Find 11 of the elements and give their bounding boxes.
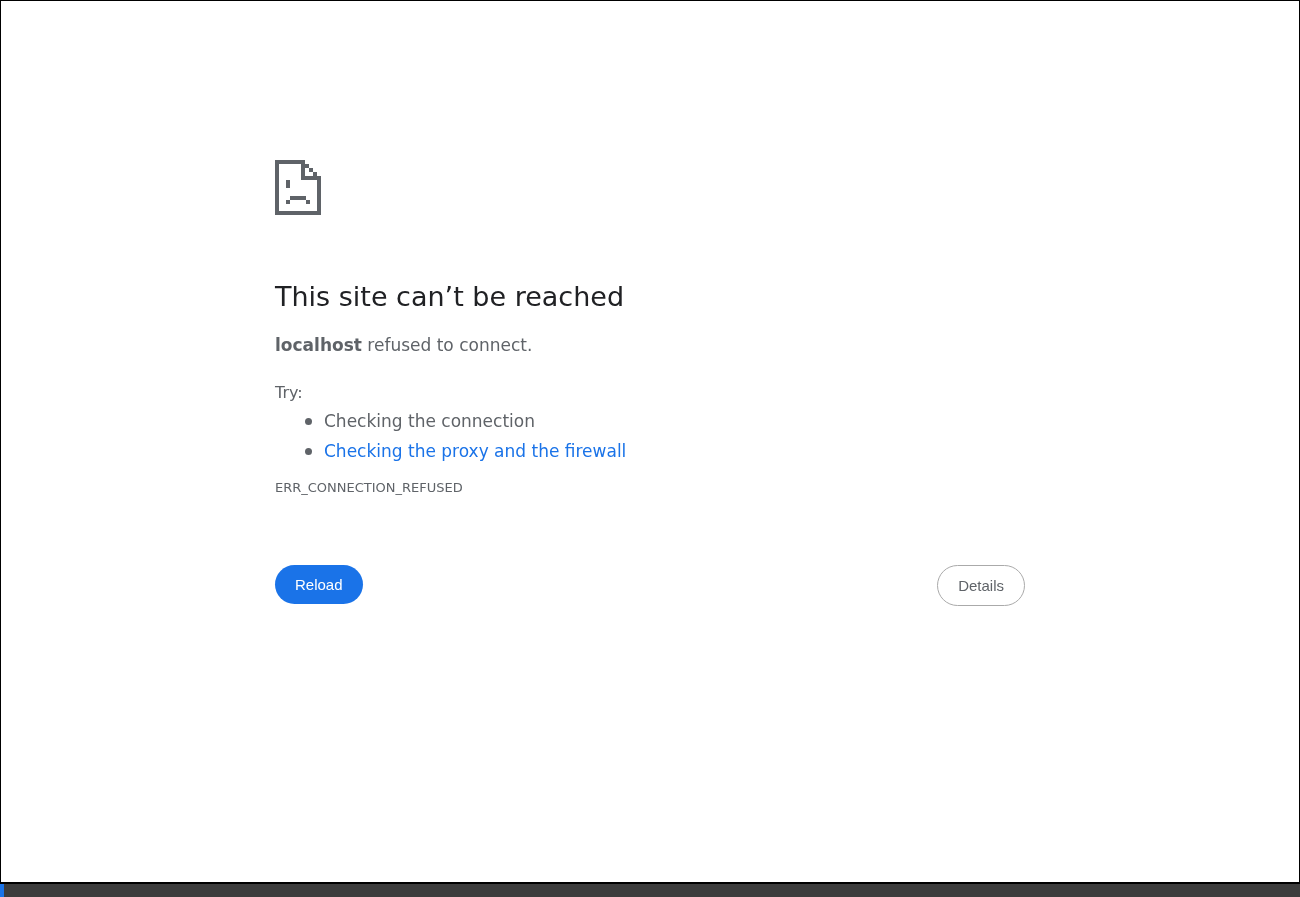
reload-button[interactable]: Reload	[275, 565, 363, 604]
try-label: Try:	[275, 382, 303, 404]
error-heading: This site can’t be reached	[275, 280, 625, 314]
error-code: ERR_CONNECTION_REFUSED	[275, 480, 463, 495]
suggestion-link[interactable]: Checking the proxy and the firewall	[324, 440, 627, 462]
bullet-icon	[305, 447, 312, 455]
details-button[interactable]: Details	[937, 565, 1025, 606]
sad-page-icon	[275, 160, 321, 215]
error-message: localhost refused to connect.	[275, 334, 533, 356]
suggestion-text: Checking the connection	[324, 410, 535, 432]
bullet-icon	[305, 417, 312, 425]
